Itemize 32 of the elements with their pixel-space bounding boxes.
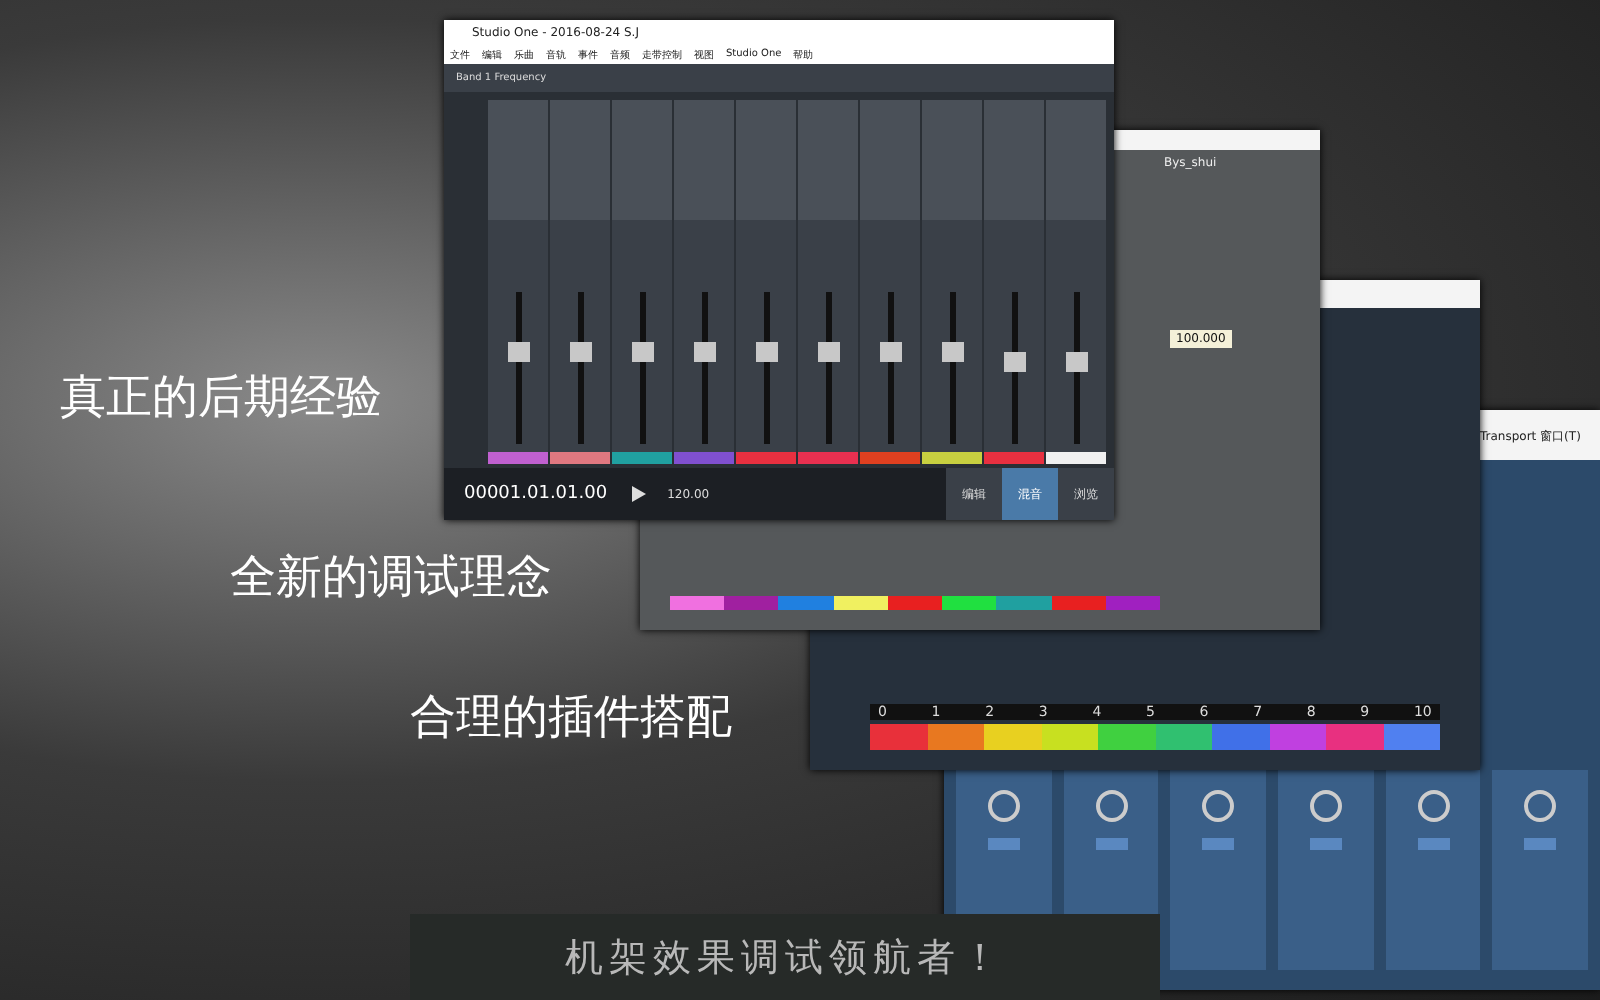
insert-slot-panel: [736, 100, 796, 220]
insert-slot-panel: [488, 100, 548, 220]
slogan-text: 真正的后期经验: [60, 370, 382, 428]
fader-thumb[interactable]: [507, 342, 529, 363]
fader-thumb[interactable]: [817, 342, 839, 363]
insert-slot-panel: [1046, 100, 1106, 220]
fader-thumb[interactable]: [569, 342, 591, 363]
insert-slot-panel: [674, 100, 734, 220]
slogan-text: 合理的插件搭配: [410, 690, 732, 748]
knob-icon: [1417, 790, 1450, 822]
insert-slot-panel: [612, 100, 672, 220]
fader-thumb[interactable]: [1065, 351, 1087, 372]
knob-icon: [987, 790, 1020, 822]
fader-thumb[interactable]: [879, 342, 901, 363]
knob-icon: [1202, 790, 1235, 822]
play-icon[interactable]: [627, 484, 648, 504]
time-display: 00001.01.01.00: [464, 484, 608, 504]
fader-thumb[interactable]: [631, 342, 653, 363]
knob-icon: [1309, 790, 1342, 822]
insert-slot-panel: [984, 100, 1044, 220]
insert-slot-panel: [550, 100, 610, 220]
slogan-text: 全新的调试理念: [230, 550, 552, 608]
knob-icon: [1524, 790, 1557, 822]
fader-thumb[interactable]: [941, 342, 963, 363]
insert-slot-panel: [798, 100, 858, 220]
insert-slot-panel: [922, 100, 982, 220]
knob-icon: [1095, 790, 1127, 822]
banner-text: 机架效果调试领航者！: [565, 933, 1005, 983]
fader-thumb[interactable]: [1003, 351, 1025, 372]
fader-thumb[interactable]: [755, 342, 777, 363]
insert-slot-panel: [860, 100, 920, 220]
fader-thumb[interactable]: [693, 342, 715, 363]
